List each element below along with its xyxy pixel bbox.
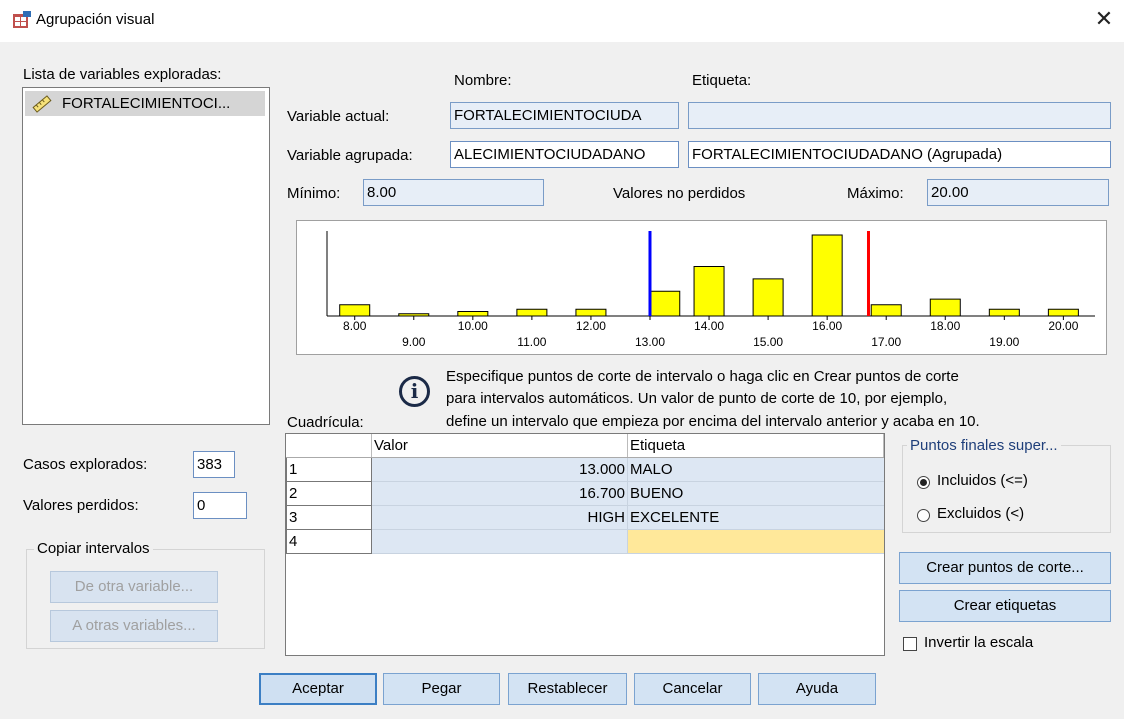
binned-variable-label: Variable agrupada:: [287, 147, 413, 164]
histogram-bar: [398, 313, 430, 317]
histogram-tick-label: 20.00: [1048, 319, 1078, 333]
excluded-radio[interactable]: [917, 509, 930, 522]
histogram-tick-label: 10.00: [458, 319, 488, 333]
label-column-header: Etiqueta:: [692, 72, 752, 89]
reset-button[interactable]: Restablecer: [508, 673, 627, 705]
grid-cell-label[interactable]: EXCELENTE: [627, 505, 884, 530]
current-variable-name: FORTALECIMIENTOCIUDA: [450, 102, 679, 129]
cases-scanned-label: Casos explorados:: [23, 456, 148, 473]
variable-list-title: Lista de variables exploradas:: [23, 66, 222, 83]
grid-title: Cuadrícula:: [287, 414, 364, 431]
grid-row[interactable]: 4: [286, 529, 884, 554]
window-title: Agrupación visual: [36, 11, 155, 28]
histogram-tick-label: 19.00: [989, 335, 1019, 349]
histogram-bar: [649, 290, 681, 317]
grid-row[interactable]: 3 HIGH EXCELENTE: [286, 505, 884, 530]
histogram-bar: [1047, 308, 1079, 317]
copy-intervals-title: Copiar intervalos: [34, 540, 153, 557]
grid-cell-value[interactable]: HIGH: [371, 505, 628, 530]
ok-button[interactable]: Aceptar: [259, 673, 377, 705]
grid-cell-value[interactable]: [371, 529, 628, 554]
current-variable-etiqueta: [688, 102, 1111, 129]
grid-header-value: Valor: [371, 434, 628, 458]
missing-values-value: 0: [193, 492, 247, 519]
binned-variable-label-input[interactable]: FORTALECIMIENTOCIUDADANO (Agrupada): [688, 141, 1111, 168]
variable-listbox[interactable]: [22, 87, 270, 425]
info-line-1: Especifique puntos de corte de intervalo…: [446, 368, 959, 385]
histogram-bar: [693, 266, 725, 317]
reverse-scale-checkbox[interactable]: [903, 637, 917, 651]
included-label[interactable]: Incluidos (<=): [937, 472, 1028, 489]
grid-cell-value[interactable]: 13.000: [371, 457, 628, 482]
histogram-tick-label: 16.00: [812, 319, 842, 333]
name-column-header: Nombre:: [454, 72, 512, 89]
make-labels-button[interactable]: Crear etiquetas: [899, 590, 1111, 622]
grid-row-number[interactable]: 1: [286, 457, 372, 482]
histogram-chart[interactable]: 8.00 10.00 12.00 14.00 16.00 18.00 20.00 9.00 11…: [297, 221, 1106, 354]
cases-scanned-value: 383: [193, 451, 235, 478]
info-icon: i: [399, 376, 430, 407]
histogram-tick-label: 13.00: [635, 335, 665, 349]
grid-cell-label-active[interactable]: [627, 529, 884, 554]
maximum-value: 20.00: [927, 179, 1109, 206]
variable-list-item-label: FORTALECIMIENTOCI...: [62, 95, 231, 112]
info-line-3: define un intervalo que empieza por enci…: [446, 413, 980, 430]
cancel-button[interactable]: Cancelar: [634, 673, 751, 705]
title-bar: [0, 0, 1124, 42]
histogram-bar: [988, 308, 1020, 317]
grid-row-number[interactable]: 3: [286, 505, 372, 530]
copy-from-variable-button[interactable]: De otra variable...: [50, 571, 218, 603]
paste-button[interactable]: Pegar: [383, 673, 500, 705]
histogram-tick-label: 14.00: [694, 319, 724, 333]
grid-row[interactable]: 1 13.000 MALO: [286, 457, 884, 482]
minimum-label: Mínimo:: [287, 185, 341, 202]
histogram-tick-label: 9.00: [402, 335, 426, 349]
histogram-bar: [929, 298, 961, 317]
cutpoint-grid[interactable]: Valor Etiqueta 1 13.000 MALO 2 16.700 BU…: [285, 433, 885, 656]
grid-cell-value[interactable]: 16.700: [371, 481, 628, 506]
histogram-tick-label: 15.00: [753, 335, 783, 349]
histogram-panel[interactable]: 8.00 10.00 12.00 14.00 16.00 18.00 20.00 9.00 11…: [296, 220, 1107, 355]
histogram-bar: [457, 311, 489, 317]
grid-header-label: Etiqueta: [627, 434, 884, 458]
grid-cell-label[interactable]: BUENO: [627, 481, 884, 506]
copy-to-variables-button[interactable]: A otras variables...: [50, 610, 218, 642]
histogram-bar: [339, 304, 371, 317]
help-button[interactable]: Ayuda: [758, 673, 876, 705]
histogram-bar: [575, 308, 607, 317]
included-radio[interactable]: [917, 476, 930, 489]
histogram-tick-label: 8.00: [343, 319, 367, 333]
grid-cell-label[interactable]: MALO: [627, 457, 884, 482]
close-icon[interactable]: ✕: [1092, 6, 1116, 32]
minimum-value: 8.00: [363, 179, 544, 206]
current-variable-label: Variable actual:: [287, 108, 390, 125]
maximum-label: Máximo:: [847, 185, 904, 202]
grid-row-number[interactable]: 4: [286, 529, 372, 554]
histogram-bar: [516, 308, 548, 317]
upper-endpoints-title: Puntos finales super...: [907, 437, 1061, 454]
histogram-bar: [870, 304, 902, 317]
reverse-scale-label[interactable]: Invertir la escala: [924, 634, 1033, 651]
make-cutpoints-button[interactable]: Crear puntos de corte...: [899, 552, 1111, 584]
histogram-tick-label: 12.00: [576, 319, 606, 333]
nonmissing-values-label: Valores no perdidos: [613, 185, 746, 202]
binned-variable-name-input[interactable]: ALECIMIENTOCIUDADANO: [450, 141, 679, 168]
app-grid-icon: [13, 11, 31, 28]
info-line-2: para intervalos automáticos. Un valor de…: [446, 390, 948, 407]
missing-values-label: Valores perdidos:: [23, 497, 139, 514]
histogram-bar: [811, 234, 843, 317]
histogram-bar: [752, 278, 784, 317]
histogram-tick-label: 11.00: [517, 335, 546, 349]
excluded-label[interactable]: Excluidos (<): [937, 505, 1024, 522]
grid-corner-cell: [286, 434, 372, 458]
histogram-tick-label: 17.00: [871, 335, 901, 349]
grid-row[interactable]: 2 16.700 BUENO: [286, 481, 884, 506]
histogram-tick-label: 18.00: [930, 319, 960, 333]
grid-row-number[interactable]: 2: [286, 481, 372, 506]
ruler-icon: [32, 95, 52, 113]
